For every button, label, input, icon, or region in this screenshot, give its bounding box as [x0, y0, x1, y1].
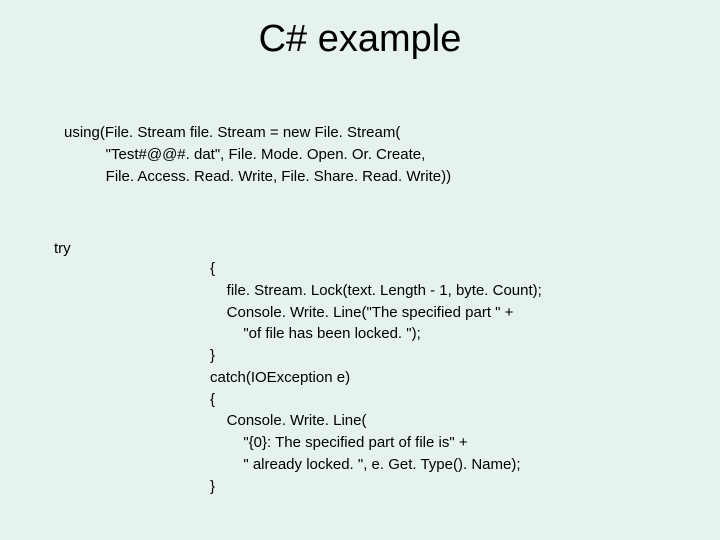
code-line: }: [210, 347, 215, 364]
code-line: using(File. Stream file. Stream = new Fi…: [64, 124, 400, 141]
code-line: Console. Write. Line(: [210, 412, 366, 429]
slide-title: C# example: [0, 18, 720, 61]
code-line: {: [210, 260, 215, 277]
code-line: Console. Write. Line("The specified part…: [210, 304, 513, 321]
code-line: "{0}: The specified part of file is" +: [210, 434, 468, 451]
code-line: "Test#@@#. dat", File. Mode. Open. Or. C…: [64, 146, 425, 163]
code-line: File. Access. Read. Write, File. Share. …: [64, 168, 451, 185]
code-line: "of file has been locked. ");: [210, 325, 421, 342]
code-line: " already locked. ", e. Get. Type(). Nam…: [210, 456, 521, 473]
code-line: }: [210, 478, 215, 495]
code-line: catch(IOException e): [210, 369, 350, 386]
code-block-using: using(File. Stream file. Stream = new Fi…: [64, 122, 451, 187]
code-line: {: [210, 391, 215, 408]
slide: C# example using(File. Stream file. Stre…: [0, 0, 720, 540]
code-line: file. Stream. Lock(text. Length - 1, byt…: [210, 282, 542, 299]
code-try-keyword: try: [54, 240, 71, 257]
code-block-try-body: { file. Stream. Lock(text. Length - 1, b…: [210, 258, 542, 497]
